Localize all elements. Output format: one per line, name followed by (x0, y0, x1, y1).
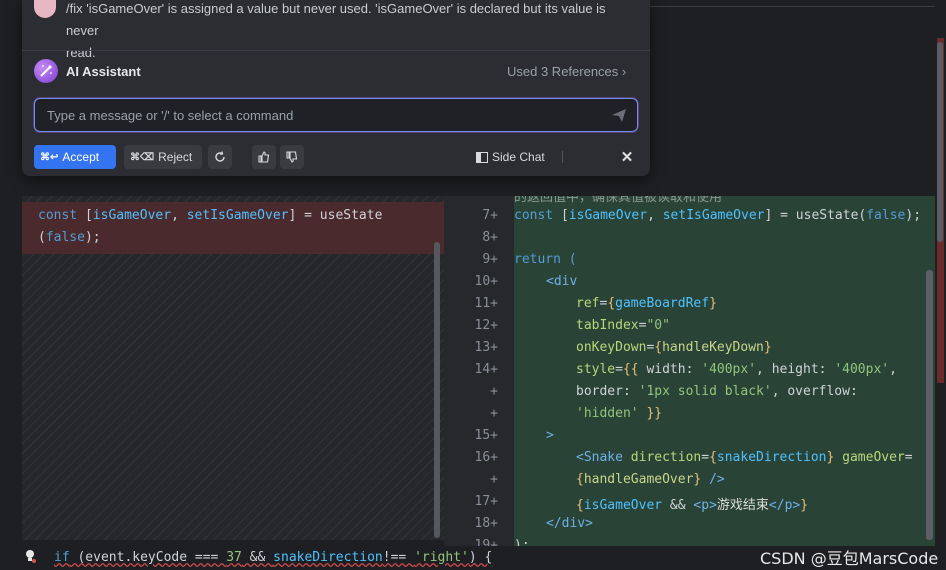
line-number: 7+ (482, 208, 498, 223)
editor-right-strip (935, 0, 946, 570)
line-number: 10+ (474, 274, 498, 289)
line-number: + (490, 472, 498, 487)
chevron-right-icon: › (621, 64, 627, 79)
assistant-name: AI Assistant (66, 64, 141, 79)
line-number: 12+ (474, 318, 498, 333)
removed-code-line: const [isGameOver, setIsGameOver] = useS… (38, 208, 383, 223)
thumbs-up-icon (258, 151, 270, 163)
lightbulb-icon[interactable] (24, 549, 36, 563)
prompt-line: /fix 'isGameOver' is assigned a value bu… (66, 1, 606, 38)
code-line: <div (546, 274, 578, 289)
close-icon: ✕ (620, 149, 634, 166)
side-chat-label: Side Chat (492, 150, 545, 164)
code-line: onKeyDown={handleKeyDown} (576, 340, 772, 355)
watermark: CSDN @豆包MarsCode (760, 549, 939, 568)
code-line-with-error: if (event.keyCode === 37 && snakeDirecti… (54, 550, 493, 565)
line-number: 17+ (474, 494, 498, 509)
thumbs-down-icon (286, 151, 298, 163)
code-line: border: '1px solid black', overflow: (576, 384, 858, 399)
removed-code-line-continued: (false); (38, 230, 101, 245)
code-line: {handleGameOver} /> (576, 472, 725, 487)
line-number: 13+ (474, 340, 498, 355)
code-line: <Snake direction={snakeDirection} gameOv… (576, 450, 913, 465)
user-prompt: /fix 'isGameOver' is assigned a value bu… (66, 0, 636, 64)
code-comment: 的返回值中，确保其值被读取和使用 (514, 196, 723, 205)
ai-assistant-panel: /fix 'isGameOver' is assigned a value bu… (22, 0, 650, 176)
accept-shortcut: ⌘↩ (40, 151, 59, 163)
left-pane-scrollbar[interactable] (434, 242, 440, 538)
side-chat-button[interactable]: Side Chat (470, 145, 556, 169)
line-number: 18+ (474, 516, 498, 531)
regenerate-button[interactable] (208, 145, 232, 169)
thumbs-down-button[interactable] (280, 145, 304, 169)
reject-label: Reject (158, 150, 193, 164)
panel-divider (22, 50, 650, 51)
line-number: 8+ (482, 230, 498, 245)
line-number: + (490, 406, 498, 421)
code-line: 'hidden' }} (576, 406, 663, 421)
original-code-pane: const [isGameOver, setIsGameOver] = useS… (22, 196, 444, 540)
reject-shortcut: ⌘⌫ (130, 151, 155, 163)
user-avatar (34, 0, 56, 18)
chat-input-box[interactable] (34, 98, 638, 132)
send-icon[interactable] (611, 107, 627, 123)
code-line: </div> (546, 516, 593, 531)
line-number-gutter: 7+ 8+ 9+ 10+ 11+ 12+ 13+ 14+ + + 15+ 16+… (444, 196, 514, 553)
editor-top-border (650, 6, 946, 7)
accept-button[interactable]: ⌘↩ Accept (34, 145, 116, 169)
line-number: 14+ (474, 362, 498, 377)
suggested-code-pane: 的返回值中，确保其值被读取和使用 const [isGameOver, setI… (514, 196, 936, 546)
reject-button[interactable]: ⌘⌫ Reject (124, 145, 202, 169)
toolbar-divider (562, 151, 563, 163)
thumbs-up-button[interactable] (252, 145, 276, 169)
close-button[interactable]: ✕ (616, 145, 638, 169)
right-pane-scrollbar[interactable] (926, 270, 933, 540)
chat-input[interactable] (45, 99, 609, 132)
accept-label: Accept (62, 150, 100, 164)
ai-assistant-icon (34, 59, 58, 83)
prompt-line: read. (66, 45, 96, 60)
code-line: ); (514, 538, 530, 546)
refresh-icon (215, 151, 225, 162)
line-number: 9+ (482, 252, 498, 267)
code-line: {isGameOver && <p>游戏结束</p>} (576, 498, 809, 513)
line-number: + (490, 384, 498, 399)
code-line: return ( (514, 252, 577, 267)
code-line: style={{ width: '400px', height: '400px'… (576, 362, 897, 377)
side-panel-icon (476, 151, 488, 163)
code-line: tabIndex="0" (576, 318, 670, 333)
editor-scrollbar[interactable] (937, 42, 943, 242)
code-line: > (546, 428, 554, 443)
code-line: const [isGameOver, setIsGameOver] = useS… (514, 208, 922, 223)
line-number: 15+ (474, 428, 498, 443)
code-line: ref={gameBoardRef} (576, 296, 717, 311)
line-number: 16+ (474, 450, 498, 465)
line-number: 11+ (474, 296, 498, 311)
references-link[interactable]: Used 3 References › (507, 64, 626, 79)
